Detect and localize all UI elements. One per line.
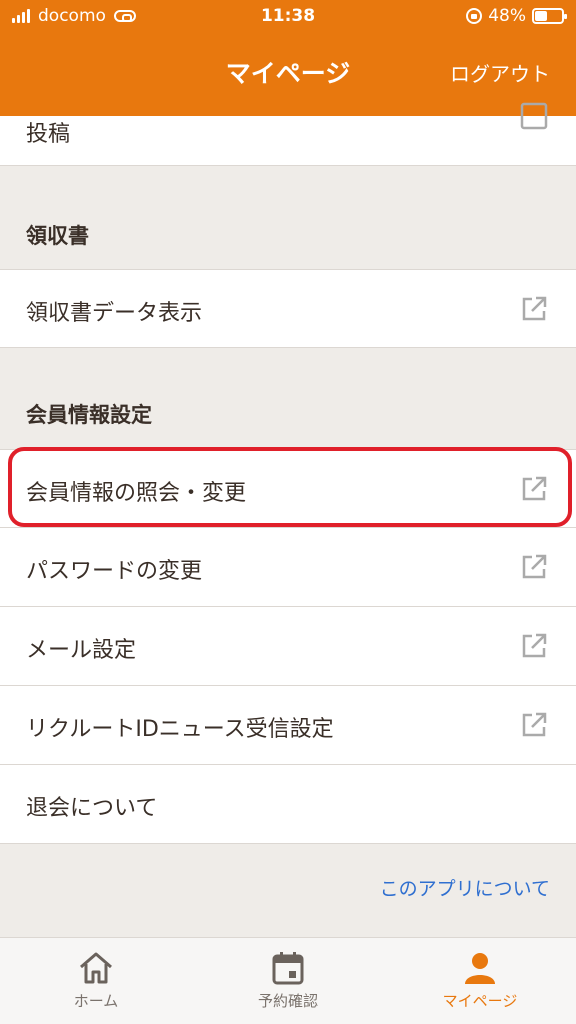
rotation-lock-icon [466,8,483,24]
status-bar: docomo 11:38 48% [0,0,576,34]
logout-button[interactable]: ログアウト [450,58,550,87]
list-item-recruit-news[interactable]: リクルートIDニュース受信設定 [0,686,576,765]
external-link-icon [522,296,547,321]
list-item-password[interactable]: パスワードの変更 [0,528,576,607]
section-title-member: 会員情報設定 [26,403,152,427]
list-item-label: 領収書データ表示 [26,301,203,326]
section-title-receipt: 領収書 [26,224,89,248]
tab-reservations[interactable]: 予約確認 [192,938,384,1024]
list-item-mail-settings[interactable]: メール設定 [0,607,576,686]
person-icon [465,953,495,984]
status-right: 48% [466,6,567,26]
battery-fill [535,11,547,21]
external-link-icon [522,712,547,737]
app-header: docomo 11:38 48% マイページ ログアウト [0,0,576,116]
list-item-member-info[interactable]: 会員情報の照会・変更 [0,449,576,528]
list-item-label: 退会について [26,796,158,821]
tab-label: マイページ [442,992,518,1010]
list-item-label: メール設定 [26,638,137,663]
list-item-label: 会員情報の照会・変更 [26,481,247,506]
tab-mypage[interactable]: マイページ [384,938,576,1024]
list-item-withdrawal[interactable]: 退会について [0,765,576,844]
list-item-label: パスワードの変更 [26,559,203,584]
home-icon [80,952,112,984]
list-item-label: リクルートIDニュース受信設定 [26,717,334,742]
battery-percent: 48% [488,6,526,26]
external-link-icon [522,476,547,501]
external-link-icon [522,554,547,579]
tab-home[interactable]: ホーム [0,938,192,1024]
list-item-post[interactable]: 投稿 [0,102,576,166]
calendar-icon [272,952,304,985]
list-item-label: 投稿 [26,122,71,147]
tab-bar: ホーム 予約確認 マイページ [0,937,576,1024]
battery-icon [532,8,567,24]
about-app-link[interactable]: このアプリについて [380,874,550,901]
tab-label: 予約確認 [257,992,318,1010]
external-link-icon [522,633,547,658]
external-link-icon [520,102,548,130]
list-item-receipt-data[interactable]: 領収書データ表示 [0,269,576,348]
tab-label: ホーム [73,992,119,1010]
